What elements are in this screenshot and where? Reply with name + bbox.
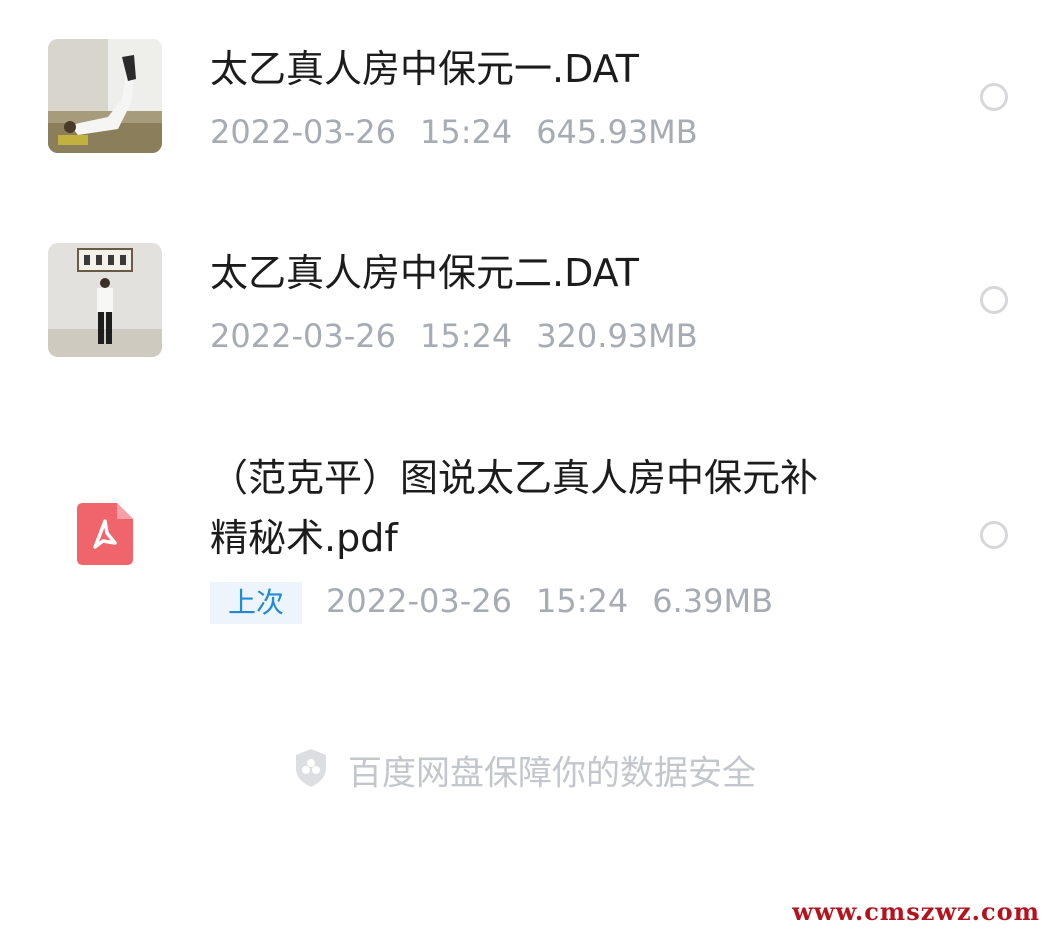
security-notice: 百度网盘保障你的数据安全: [0, 748, 1050, 802]
file-item[interactable]: （范克平）图说太乙真人房中保元补 精秘术.pdf 上次 2022-03-26 15:…: [0, 405, 1050, 665]
select-radio[interactable]: [980, 521, 1008, 549]
file-date: 2022-03-26: [210, 113, 396, 151]
file-meta: 2022-03-26 15:24 320.93MB: [210, 316, 722, 356]
file-date: 2022-03-26: [326, 582, 512, 620]
file-size: 6.39MB: [652, 582, 774, 620]
watermark: www.cmszwz.com: [792, 897, 1040, 926]
file-date: 2022-03-26: [210, 317, 396, 355]
shield-icon: [294, 748, 328, 802]
file-item[interactable]: 太乙真人房中保元一.DAT 2022-03-26 15:24 645.93MB: [0, 0, 1050, 200]
last-opened-badge: 上次: [210, 582, 303, 624]
select-radio[interactable]: [980, 286, 1008, 314]
select-radio[interactable]: [980, 83, 1008, 111]
file-name[interactable]: 太乙真人房中保元二.DAT: [210, 246, 639, 300]
file-meta: 2022-03-26 15:24 645.93MB: [210, 112, 722, 152]
file-item[interactable]: 太乙真人房中保元二.DAT 2022-03-26 15:24 320.93MB: [0, 200, 1050, 405]
file-time: 15:24: [419, 113, 513, 151]
file-name[interactable]: 太乙真人房中保元一.DAT: [210, 42, 639, 96]
file-size: 320.93MB: [536, 317, 698, 355]
video-thumbnail: [48, 243, 162, 357]
file-name-line2[interactable]: 精秘术.pdf: [210, 511, 398, 565]
file-size: 645.93MB: [536, 113, 698, 151]
security-notice-text: 百度网盘保障你的数据安全: [348, 753, 756, 794]
video-thumbnail: [48, 39, 162, 153]
file-time: 15:24: [535, 582, 629, 620]
file-time: 15:24: [419, 317, 513, 355]
file-name-line1[interactable]: （范克平）图说太乙真人房中保元补: [210, 451, 818, 505]
pdf-icon: [77, 503, 133, 565]
file-meta: 上次 2022-03-26 15:24 6.39MB: [210, 581, 797, 624]
